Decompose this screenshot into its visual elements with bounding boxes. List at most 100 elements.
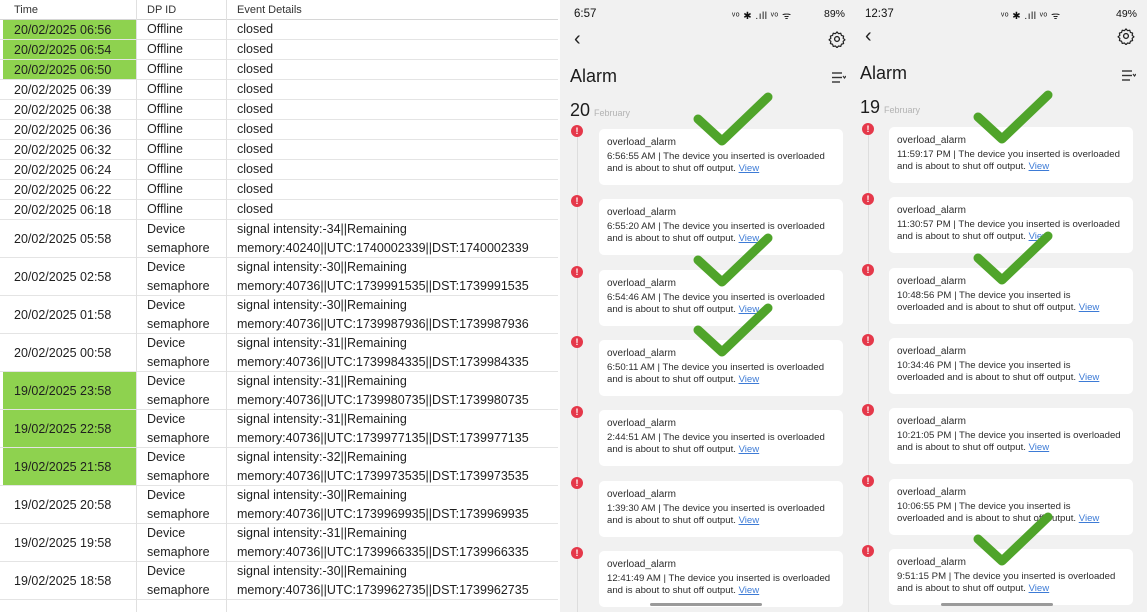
table-row[interactable]: 19/02/2025 20:58 Device semaphore signal i…: [0, 486, 558, 524]
table-row[interactable]: 19/02/2025 21:58 Device semaphore signal i…: [0, 448, 558, 486]
table-row[interactable]: 20/02/2025 06:36 Offline closed: [0, 120, 558, 140]
cell-dp-id: Device semaphore: [147, 260, 210, 293]
table-row[interactable]: 20/02/2025 05:58 Device semaphore signal i…: [0, 220, 558, 258]
alarm-title: overload_alarm: [607, 137, 676, 148]
view-link[interactable]: View: [1029, 231, 1050, 242]
table-row[interactable]: 20/02/2025 06:38 Offline closed: [0, 100, 558, 120]
alarm-message-line-1: 6:56:55 AM | The device you inserted is …: [607, 151, 825, 162]
table-row[interactable]: 20/02/2025 06:22 Offline closed: [0, 180, 558, 200]
event-line-1: signal intensity:-30||Remaining: [237, 260, 407, 274]
alarm-card[interactable]: overload_alarm 10:34:46 PM | The device y…: [889, 337, 1133, 394]
alarm-card[interactable]: overload_alarm 6:54:46 AM | The device yo…: [599, 269, 843, 326]
view-link[interactable]: View: [739, 163, 760, 174]
view-link[interactable]: View: [1079, 302, 1100, 313]
cell-event-details: signal intensity:-30||Remaining memory:40…: [237, 258, 557, 296]
view-link[interactable]: View: [739, 233, 760, 244]
alarm-card[interactable]: overload_alarm 1:39:30 AM | The device yo…: [599, 480, 843, 537]
alarm-message-line-1: 2:44:51 AM | The device you inserted is …: [607, 432, 825, 444]
alarm-card[interactable]: overload_alarm 6:55:20 AM | The device yo…: [599, 199, 843, 256]
view-link[interactable]: View: [739, 515, 760, 526]
view-link[interactable]: View: [739, 585, 760, 596]
table-row[interactable]: 20/02/2025 06:18 Offline closed: [0, 200, 558, 220]
cell-time: 20/02/2025 06:50: [3, 60, 136, 79]
event-line-2: memory:40736||UTC:1739984335||DST:173998…: [237, 355, 529, 369]
cell-event-details: signal intensity:-30||Remaining memory:40…: [237, 486, 557, 524]
table-row[interactable]: 19/02/2025 19:58 Device semaphore signal i…: [0, 524, 558, 562]
alarm-card[interactable]: overload_alarm 9:51:15 PM | The device yo…: [889, 548, 1133, 605]
event-line-1: closed: [237, 122, 274, 136]
cell-time: 20/02/2025 06:32: [14, 142, 112, 157]
event-line-1: closed: [237, 162, 274, 176]
alarm-card[interactable]: overload_alarm 10:48:56 PM | The device y…: [889, 267, 1133, 324]
cell-time: 19/02/2025 22:58: [3, 410, 136, 447]
event-line-2: memory:40736||UTC:1739966335||DST:173996…: [237, 545, 529, 559]
table-row[interactable]: 20/02/2025 06:54 Offline closed: [0, 40, 558, 60]
column-header-dp-id[interactable]: DP ID: [147, 4, 176, 16]
gear-icon[interactable]: [828, 30, 846, 49]
alarm-card[interactable]: overload_alarm 2:44:51 AM | The device yo…: [599, 410, 843, 467]
date-month: February: [594, 108, 631, 118]
alarm-message-line-2: and is about to shut off output. View: [607, 304, 843, 316]
table-row[interactable]: 20/02/2025 06:50 Offline closed: [0, 60, 558, 80]
event-line-2: memory:40240||UTC:1740002339||DST:174000…: [237, 241, 529, 255]
event-line-1: closed: [237, 62, 274, 76]
alarm-title: overload_alarm: [897, 275, 966, 287]
alarm-card[interactable]: overload_alarm 12:41:49 AM | The device y…: [599, 550, 843, 607]
date-day: 19: [860, 97, 881, 117]
alert-icon: !: [862, 474, 874, 487]
cell-dp-id: Device semaphore: [147, 526, 210, 559]
view-link[interactable]: View: [1029, 583, 1050, 594]
back-arrow-icon[interactable]: ‹: [865, 25, 872, 48]
view-link[interactable]: View: [739, 444, 760, 455]
table-row[interactable]: 19/02/2025 18:58 Device semaphore signal i…: [0, 562, 558, 600]
cell-event-details: signal intensity:-34||Remaining memory:40…: [237, 220, 557, 258]
alarm-title: overload_alarm: [897, 205, 966, 217]
alarm-card[interactable]: overload_alarm 6:50:11 AM | The device yo…: [599, 339, 843, 396]
back-arrow-icon[interactable]: ‹: [574, 28, 581, 51]
alarm-card[interactable]: overload_alarm 10:06:55 PM | The device y…: [889, 478, 1133, 535]
alarm-message-line-2: and is about to shut off output. View: [897, 583, 1133, 595]
table-row[interactable]: 20/02/2025 06:39 Offline closed: [0, 80, 558, 100]
table-row[interactable]: 20/02/2025 01:58 Device semaphore signal i…: [0, 296, 558, 334]
alarm-message-text: and is about to shut off output.: [897, 442, 1026, 454]
battery-level: 49%: [1116, 8, 1138, 20]
cell-dp-id: Offline: [147, 182, 183, 196]
status-clock: 6:57: [574, 8, 597, 20]
view-link[interactable]: View: [739, 304, 760, 315]
filter-menu-icon[interactable]: [1122, 68, 1137, 81]
alarm-message-line-1: 11:30:57 PM | The device you inserted is…: [897, 219, 1120, 231]
event-line-1: signal intensity:-31||Remaining: [237, 526, 407, 540]
alarm-message-text: overloaded and is about to shut off outp…: [897, 512, 1077, 524]
battery-level: 89%: [824, 8, 846, 20]
view-link[interactable]: View: [1029, 161, 1050, 172]
alarm-message-line-2: overloaded and is about to shut off outp…: [897, 372, 1133, 384]
gear-icon[interactable]: [1117, 27, 1135, 46]
cell-dp-id: Offline: [147, 162, 183, 176]
table-row[interactable]: 20/02/2025 02:58 Device semaphore signal i…: [0, 258, 558, 296]
table-row[interactable]: 20/02/2025 06:32 Offline closed: [0, 140, 558, 160]
page-title: Alarm: [570, 66, 618, 86]
alarm-card[interactable]: overload_alarm 11:59:17 PM | The device y…: [889, 127, 1133, 183]
column-header-time[interactable]: Time: [14, 4, 38, 16]
table-row[interactable]: 20/02/2025 06:56 Offline closed: [0, 20, 558, 40]
table-row[interactable]: 20/02/2025 00:58 Device semaphore signal i…: [0, 334, 558, 372]
alert-icon: !: [862, 333, 874, 346]
event-line-1: closed: [237, 202, 274, 216]
alert-icon: !: [862, 544, 874, 557]
cell-event-details: closed: [237, 60, 557, 79]
column-header-event-details[interactable]: Event Details: [237, 4, 302, 16]
event-line-1: signal intensity:-31||Remaining: [237, 336, 407, 350]
table-row[interactable]: 20/02/2025 06:24 Offline closed: [0, 160, 558, 180]
alarm-card[interactable]: overload_alarm 10:21:05 PM | The device y…: [889, 408, 1133, 465]
table-row[interactable]: 19/02/2025 23:58 Device semaphore signal i…: [0, 372, 558, 410]
view-link[interactable]: View: [1079, 513, 1100, 524]
alarm-card[interactable]: overload_alarm 11:30:57 PM | The device y…: [889, 197, 1133, 254]
filter-menu-icon[interactable]: [832, 70, 847, 83]
view-link[interactable]: View: [1029, 442, 1050, 453]
table-row[interactable]: 19/02/2025 22:58 Device semaphore signal i…: [0, 410, 558, 448]
event-line-1: closed: [237, 102, 274, 116]
view-link[interactable]: View: [739, 374, 760, 385]
alarm-card[interactable]: overload_alarm 6:56:55 AM | The device yo…: [599, 129, 843, 185]
alarm-message-line-2: and is about to shut off output. View: [897, 231, 1133, 243]
view-link[interactable]: View: [1079, 372, 1100, 383]
